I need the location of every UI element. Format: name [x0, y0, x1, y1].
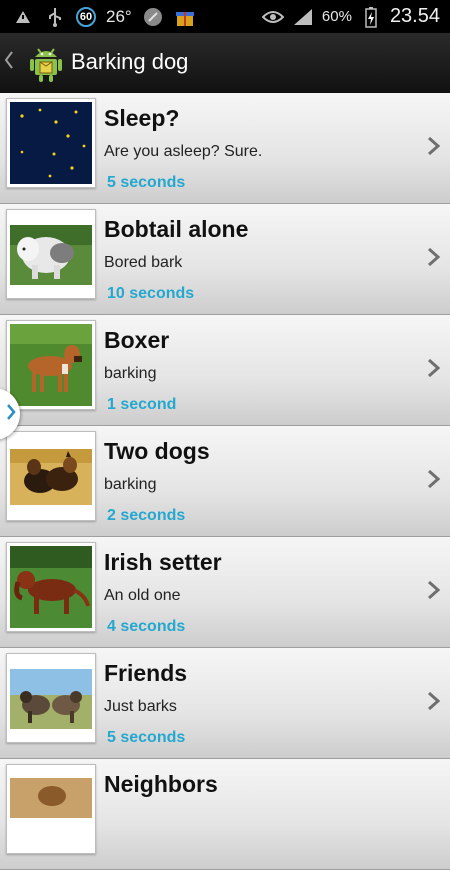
list-item[interactable]: Neighbors: [0, 759, 450, 870]
app-notification-icon: [142, 6, 164, 28]
thumbnail-frame: [6, 431, 96, 521]
list-item[interactable]: Bobtail alone Bored bark 10 seconds: [0, 204, 450, 315]
action-bar: Barking dog: [0, 33, 450, 95]
chevron-right-icon: [6, 403, 16, 426]
item-subtitle: An old one: [104, 587, 181, 604]
list-item[interactable]: Boxer barking 1 second: [0, 315, 450, 426]
item-title: Friends: [104, 660, 188, 686]
notification-icon: [12, 6, 34, 28]
eye-icon: [261, 6, 284, 28]
chevron-right-icon: [426, 690, 442, 712]
item-title: Sleep?: [104, 105, 180, 131]
temperature: 26°: [106, 6, 132, 26]
item-subtitle: Are you asleep? Sure.: [104, 143, 263, 160]
battery-percent: 60%: [321, 8, 352, 25]
list-item[interactable]: Friends Just barks 5 seconds: [0, 648, 450, 759]
chevron-right-icon: [426, 246, 442, 268]
list-item[interactable]: Sleep? Are you asleep? Sure. 5 seconds: [0, 93, 450, 204]
thumbnail-frame: [6, 320, 96, 410]
back-chevron-icon[interactable]: [4, 49, 14, 77]
chevron-right-icon: [426, 357, 442, 379]
item-title: Irish setter: [104, 549, 222, 575]
item-subtitle: Just barks: [104, 698, 177, 715]
boxer-dog-thumbnail: [10, 324, 92, 406]
item-duration: 10 seconds: [107, 285, 195, 302]
chevron-right-icon: [426, 135, 442, 157]
item-title: Neighbors: [104, 771, 218, 797]
clock: 23.54: [389, 5, 440, 27]
item-duration: 5 seconds: [107, 729, 186, 746]
sound-list: Sleep? Are you asleep? Sure. 5 seconds B…: [0, 93, 450, 870]
two-dogs-thumbnail: [10, 435, 92, 517]
list-item[interactable]: Two dogs barking 2 seconds: [0, 426, 450, 537]
item-duration: 4 seconds: [107, 618, 186, 635]
item-duration: 2 seconds: [107, 507, 186, 524]
page-title: Barking dog: [71, 49, 189, 74]
thumbnail-frame: [6, 764, 96, 854]
irish-setter-thumbnail: [10, 546, 92, 628]
item-duration: 1 second: [107, 396, 177, 413]
status-right: 60% 23.54: [261, 4, 440, 29]
thumbnail-frame: [6, 653, 96, 743]
item-title: Two dogs: [104, 438, 210, 464]
item-title: Boxer: [104, 327, 170, 353]
battery-charging-icon: [360, 6, 382, 28]
item-subtitle: barking: [104, 365, 157, 382]
thumbnail-frame: [6, 542, 96, 632]
gift-icon: [174, 6, 196, 28]
thumbnail-frame: [6, 209, 96, 299]
friends-dogs-thumbnail: [10, 657, 92, 739]
status-left: 60 26°: [12, 4, 196, 29]
item-title: Bobtail alone: [104, 216, 249, 242]
night-sky-thumbnail: [10, 102, 92, 184]
neighbors-dog-thumbnail: [10, 768, 92, 850]
status-bar: 60 26° 60% 23.54: [0, 0, 450, 33]
chevron-right-icon: [426, 468, 442, 490]
android-app-icon[interactable]: [28, 43, 64, 83]
item-subtitle: Bored bark: [104, 254, 183, 271]
usb-icon: [44, 6, 66, 28]
list-item[interactable]: Irish setter An old one 4 seconds: [0, 537, 450, 648]
bobtail-dog-thumbnail: [10, 213, 92, 295]
battery-saver-badge: 60: [76, 6, 96, 27]
thumbnail-frame: [6, 98, 96, 188]
item-subtitle: barking: [104, 476, 157, 493]
chevron-right-icon: [426, 579, 442, 601]
signal-icon: [292, 6, 314, 28]
item-duration: 5 seconds: [107, 174, 186, 191]
